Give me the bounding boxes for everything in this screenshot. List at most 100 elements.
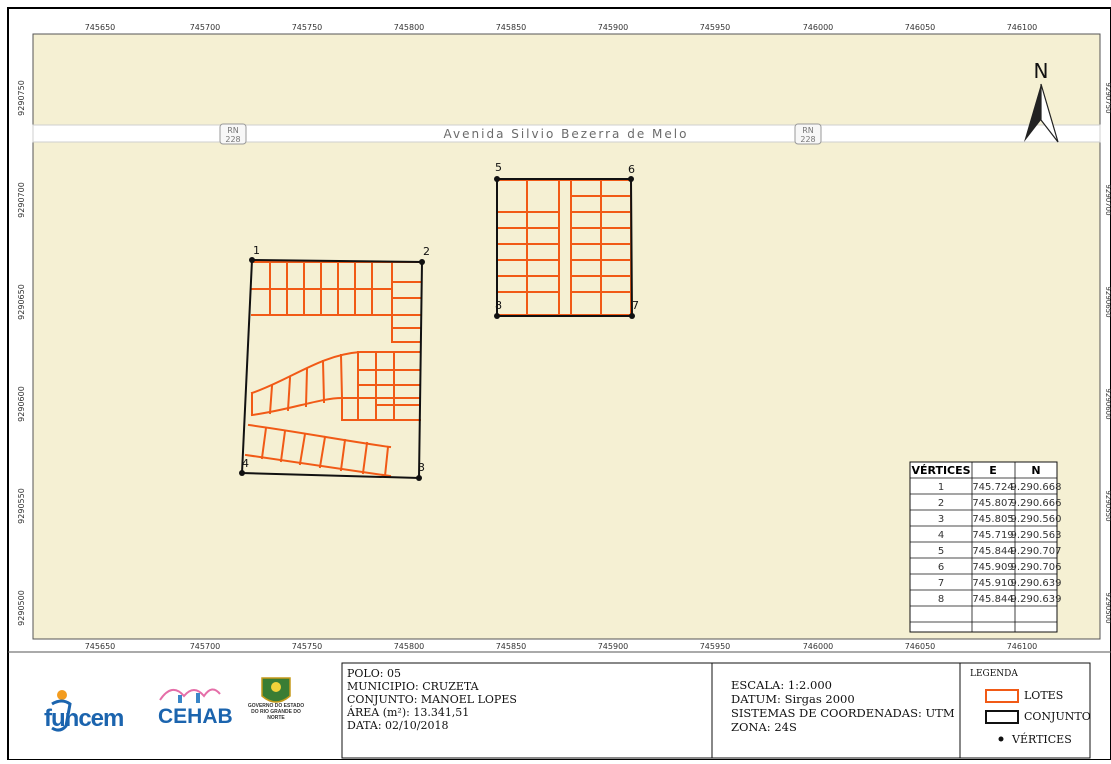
cehab-logo-text: CEHAB	[158, 705, 233, 728]
easting-label: 745850	[496, 642, 527, 651]
vertex-point-5	[494, 176, 500, 182]
road-shield-number: 228	[800, 135, 815, 144]
northing-label: 9290700	[17, 182, 26, 218]
table-cell-vertex: 8	[938, 594, 944, 605]
north-label: N	[1034, 59, 1049, 83]
vertex-point-6	[628, 176, 634, 182]
table-cell-n: 9.290.668	[1011, 482, 1062, 493]
vertex-point-1	[249, 257, 255, 263]
northing-label: 9290600	[17, 386, 26, 422]
easting-label: 745800	[394, 642, 425, 651]
northing-label: 9290550	[1104, 490, 1111, 521]
road-name-label: Avenida Silvio Bezerra de Melo	[444, 127, 689, 141]
funcem-logo-dot	[57, 690, 67, 700]
easting-label: 745950	[700, 23, 731, 32]
table-cell-e: 745.909	[972, 562, 1013, 573]
project-info: POLO: 05 MUNICIPIO: CRUZETA CONJUNTO: MA…	[347, 667, 517, 732]
table-cell-n: 9.290.706	[1011, 562, 1062, 573]
vertices-table: VÉRTICES E N 1 745.7249.290.6682 745.8079.…	[909, 461, 1062, 633]
table-cell-n: 9.290.666	[1011, 498, 1062, 509]
info-sistema: SISTEMAS DE COORDENADAS: UTM	[731, 706, 955, 720]
table-cell-n: 9.290.707	[1011, 546, 1062, 557]
table-cell-n: 9.290.639	[1011, 578, 1062, 589]
vertex-label-2: 2	[423, 245, 430, 258]
governo-rn-logo	[261, 677, 291, 703]
vertex-point-7	[629, 313, 635, 319]
map-figure: 745650 745700 745750 745800 745850 745900 7459…	[7, 7, 1111, 761]
table-cell-n: 9.290.560	[1011, 514, 1062, 525]
easting-label: 745750	[292, 642, 323, 651]
info-zona: ZONA: 24S	[731, 720, 797, 734]
table-cell-vertex: 7	[938, 578, 944, 589]
road-shield-prefix: RN	[802, 126, 814, 135]
vertex-label-7: 7	[632, 299, 639, 312]
table-cell-vertex: 4	[938, 530, 944, 541]
legend-title: LEGENDA	[970, 669, 1018, 679]
info-data: DATA: 02/10/2018	[347, 719, 449, 732]
easting-label: 745700	[190, 23, 221, 32]
map-sheet: 745650 745700 745750 745800 745850 745900 7459…	[0, 0, 1111, 761]
easting-label: 745750	[292, 23, 323, 32]
table-header-e: E	[989, 464, 997, 477]
northing-label: 9290700	[1104, 184, 1111, 215]
info-area: ÁREA (m²): 13.341,51	[347, 706, 470, 719]
vertex-label-6: 6	[628, 163, 635, 176]
northing-label: 9290500	[17, 590, 26, 626]
easting-label: 746000	[803, 642, 834, 651]
easting-label: 745800	[394, 23, 425, 32]
table-cell-vertex: 1	[938, 482, 944, 493]
legend-vertices-symbol	[998, 736, 1004, 742]
easting-label: 745950	[700, 642, 731, 651]
easting-label: 746100	[1007, 642, 1038, 651]
vertex-point-4	[239, 470, 245, 476]
info-conjunto: CONJUNTO: MANOEL LOPES	[347, 693, 517, 706]
table-cell-vertex: 6	[938, 562, 944, 573]
easting-label: 746000	[803, 23, 834, 32]
easting-label: 746050	[905, 642, 936, 651]
table-cell-e: 745.805	[972, 514, 1013, 525]
scale-info: ESCALA: 1:2.000 DATUM: Sirgas 2000 SISTE…	[731, 678, 955, 734]
easting-label: 746050	[905, 23, 936, 32]
easting-label: 746100	[1007, 23, 1038, 32]
governo-rn-logo-text: GOVERNO DO ESTADO DO RIO GRANDE DO NORTE	[247, 703, 305, 721]
table-cell-e: 745.910	[972, 578, 1013, 589]
vertex-point-8	[494, 313, 500, 319]
road-shield-1: RN 228	[219, 123, 247, 145]
easting-label: 745900	[598, 642, 629, 651]
table-cell-n: 9.290.639	[1011, 594, 1062, 605]
legend-item-conjunto: CONJUNTO	[1024, 710, 1091, 723]
easting-label: 745850	[496, 23, 527, 32]
legend-item-lotes: LOTES	[1024, 689, 1064, 702]
table-cell-e: 745.844	[972, 546, 1013, 557]
info-polo: POLO: 05	[347, 667, 401, 680]
vertex-label-4: 4	[242, 457, 249, 470]
table-header-vertices: VÉRTICES	[911, 464, 970, 477]
vertex-label-3: 3	[418, 461, 425, 474]
easting-label: 745700	[190, 642, 221, 651]
northing-label: 9290650	[17, 284, 26, 320]
easting-label: 745650	[85, 642, 116, 651]
info-municipio: MUNICIPIO: CRUZETA	[347, 680, 479, 693]
vertex-label-5: 5	[495, 161, 502, 174]
vertex-point-3	[416, 475, 422, 481]
info-escala: ESCALA: 1:2.000	[731, 678, 832, 692]
table-cell-vertex: 2	[938, 498, 944, 509]
road-shield-prefix: RN	[227, 126, 239, 135]
northing-label: 9290750	[17, 80, 26, 116]
road-shield-2: RN 228	[794, 123, 822, 145]
table-cell-vertex: 3	[938, 514, 944, 525]
northing-label: 9290550	[17, 488, 26, 524]
road-shield-number: 228	[225, 135, 240, 144]
vertex-point-2	[419, 259, 425, 265]
legend-item-vertices: VÉRTICES	[1012, 733, 1072, 746]
info-datum: DATUM: Sirgas 2000	[731, 692, 855, 706]
northing-label: 9290500	[1104, 592, 1111, 623]
table-cell-vertex: 5	[938, 546, 944, 557]
easting-label: 745650	[85, 23, 116, 32]
table-cell-n: 9.290.563	[1011, 530, 1062, 541]
northing-label: 9290750	[1104, 82, 1111, 113]
table-cell-e: 745.724	[972, 482, 1013, 493]
northing-label: 9290600	[1104, 388, 1111, 419]
table-header-n: N	[1031, 464, 1040, 477]
easting-label: 745900	[598, 23, 629, 32]
